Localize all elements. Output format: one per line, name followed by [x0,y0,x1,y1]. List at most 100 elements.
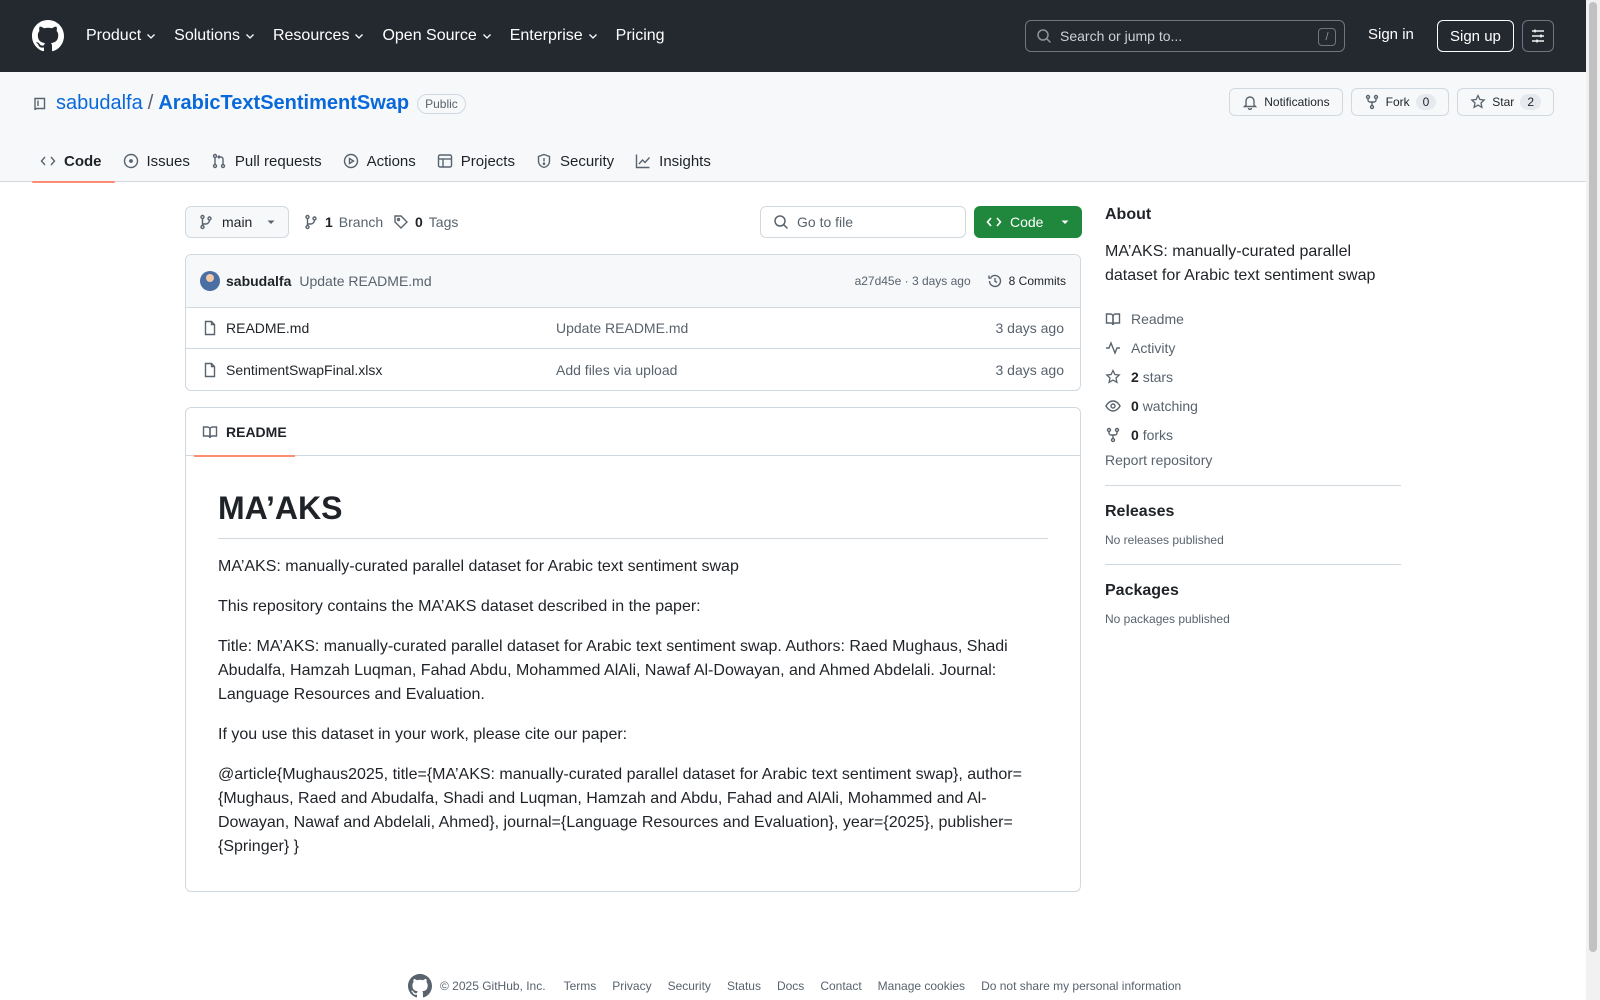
github-logo-icon[interactable] [32,20,64,52]
branches-link[interactable]: 1 Branch [303,214,383,230]
star-button[interactable]: Star 2 [1457,88,1554,116]
tab-label: Pull requests [234,152,322,170]
file-name-link[interactable]: README.md [226,320,556,336]
bell-icon [1242,94,1258,110]
nav-pricing[interactable]: Pricing [616,27,665,45]
tab-label: Actions [366,152,416,170]
file-commit-message-link[interactable]: Add files via upload [556,362,996,378]
footer-link-security[interactable]: Security [668,979,711,993]
watching-count: 0 [1131,397,1139,414]
table-icon [437,153,453,169]
star-label: Star [1492,95,1515,109]
readme-paragraph: This repository contains the MA’AKS data… [218,598,701,615]
branch-count-label: Branch [338,214,384,230]
footer-link-manage-cookies[interactable]: Manage cookies [878,979,965,993]
readme-tab[interactable]: README [194,408,295,457]
history-icon [987,273,1003,289]
repo-title: sabudalfa / ArabicTextSentimentSwap Publ… [32,92,466,115]
tab-code[interactable]: Code [32,140,115,183]
play-icon [343,153,359,169]
forks-count: 0 [1131,426,1139,443]
readme-paragraph: MA’AKS: manually-curated parallel datase… [218,558,739,575]
footer-link-do-not-share-my-personal-information[interactable]: Do not share my personal information [981,979,1181,993]
file-icon [202,320,218,336]
sidebar-divider [1105,564,1401,565]
menu-settings-icon[interactable] [1522,20,1554,52]
commit-message-link[interactable]: Update README.md [299,273,431,289]
global-nav: Product Solutions Resources Open Source Ente… [86,27,682,45]
packages-heading[interactable]: Packages [1105,582,1401,600]
commits-history-link[interactable]: 8 Commits [987,273,1066,289]
notifications-label: Notifications [1264,95,1330,109]
watching-label: watching [1142,397,1198,414]
chevron-down-icon [145,30,157,42]
chevron-down-icon [353,30,365,42]
footer-link-contact[interactable]: Contact [820,979,861,993]
about-heading: About [1105,206,1152,223]
file-name-link[interactable]: SentimentSwapFinal.xlsx [226,362,556,378]
footer-link-status[interactable]: Status [727,979,761,993]
notifications-button[interactable]: Notifications [1229,88,1343,116]
fork-label: Fork [1385,95,1410,109]
code-icon [986,214,1002,230]
footer-link-docs[interactable]: Docs [777,979,804,993]
page-scrollbar[interactable] [1586,0,1600,1000]
book-icon [1105,311,1121,327]
commit-author-link[interactable]: sabudalfa [226,273,291,289]
footer-link-privacy[interactable]: Privacy [612,979,651,993]
tag-count-label: Tags [428,214,459,230]
sign-in-link[interactable]: Sign in [1368,26,1414,43]
tab-projects[interactable]: Projects [429,140,528,182]
nav-open-source[interactable]: Open Source [382,27,492,45]
releases-empty-text: No releases published [1105,533,1224,547]
nav-resources[interactable]: Resources [273,27,365,45]
forks-link[interactable]: 0 forks [1105,420,1401,449]
repo-sidebar: About MA’AKS: manually-curated parallel … [1105,206,1401,626]
fork-icon [1105,427,1121,443]
nav-solutions[interactable]: Solutions [174,27,256,45]
tab-issues[interactable]: Issues [115,140,203,182]
nav-enterprise[interactable]: Enterprise [510,27,599,45]
global-search-input[interactable]: Search or jump to... / [1025,20,1345,52]
scrollbar-thumb[interactable] [1589,2,1597,952]
tab-pull-requests[interactable]: Pull requests [203,140,335,182]
nav-label: Solutions [174,27,240,44]
go-to-file-input[interactable]: Go to file [760,206,966,238]
nav-product[interactable]: Product [86,27,157,45]
watching-link[interactable]: 0 watching [1105,391,1401,420]
nav-label: Enterprise [509,27,583,44]
chevron-down-icon [244,30,256,42]
tab-insights[interactable]: Insights [627,140,724,182]
tags-link[interactable]: 0 Tags [393,214,458,230]
tab-security[interactable]: Security [528,140,627,182]
branch-select-button[interactable]: main [185,206,289,238]
releases-heading[interactable]: Releases [1105,503,1401,521]
tab-actions[interactable]: Actions [335,140,429,182]
activity-link[interactable]: Activity [1105,333,1401,362]
report-repository-link[interactable]: Report repository [1105,452,1401,468]
footer-link-terms[interactable]: Terms [564,979,597,993]
tab-label: Insights [659,152,711,170]
repo-name-link[interactable]: ArabicTextSentimentSwap [158,92,409,115]
footer-copyright: © 2025 GitHub, Inc. [408,974,546,998]
commit-hash-time[interactable]: a27d45e · 3 days ago [855,274,971,288]
avatar[interactable] [200,271,220,291]
stars-link[interactable]: 2 stars [1105,362,1401,391]
readme-tab-label: README [226,424,287,440]
search-shortcut-key: / [1318,28,1336,46]
readme-paragraph: If you use this dataset in your work, pl… [218,726,628,743]
github-logo-icon[interactable] [408,974,432,998]
sign-up-button[interactable]: Sign up [1437,20,1514,52]
global-header: Product Solutions Resources Open Source Ente… [0,0,1586,72]
code-dropdown-button[interactable]: Code [974,206,1082,238]
repo-owner-link[interactable]: sabudalfa [56,92,143,115]
file-listing: sabudalfa Update README.md a27d45e · 3 d… [185,254,1081,391]
sidebar-divider [1105,485,1401,486]
readme-title: MA’AKS [218,488,1048,539]
readme-citation: @article{Mughaus2025, title={MA’AKS: man… [218,766,1022,855]
branch-name: main [222,214,253,230]
fork-button[interactable]: Fork 0 [1350,88,1450,116]
file-commit-message-link[interactable]: Update README.md [556,320,996,336]
readme-link[interactable]: Readme [1105,304,1401,333]
stars-count: 2 [1131,368,1139,385]
